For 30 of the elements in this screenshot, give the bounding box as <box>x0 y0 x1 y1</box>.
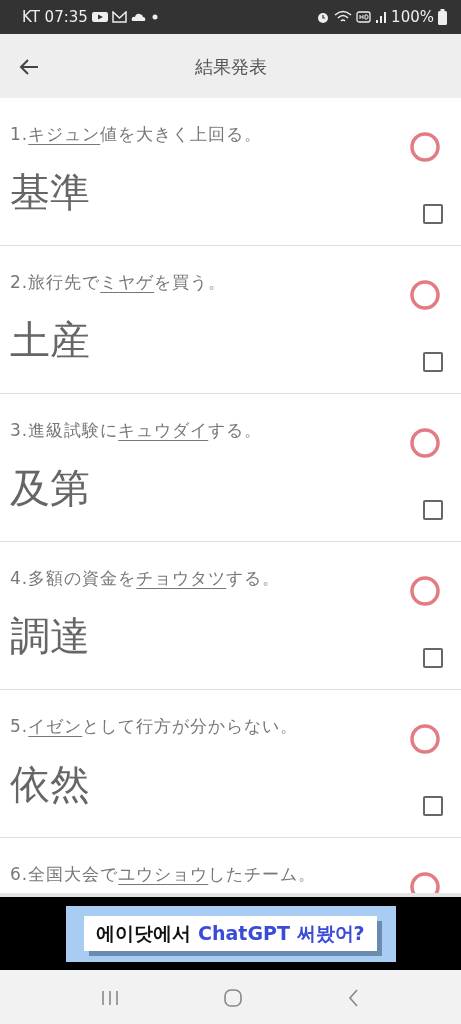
recent-apps-icon <box>99 988 120 1007</box>
question-text: 1.キジュン値を大きく上回る。 <box>10 123 263 146</box>
alarm-icon <box>316 10 331 24</box>
video-icon <box>91 11 108 23</box>
mail-icon <box>111 11 127 23</box>
cloud-icon <box>130 12 146 22</box>
hd-icon <box>356 11 372 23</box>
status-time: KT 07:35 <box>22 6 88 28</box>
checkbox[interactable] <box>423 352 443 372</box>
checkbox[interactable] <box>423 204 443 224</box>
question-text: 5.イゼン として行方が分からない。 <box>10 715 299 738</box>
question-text: 4.多額の資金を チョウタツする。 <box>10 567 281 590</box>
battery-text: 100% <box>391 6 434 28</box>
answer-text: 基準 <box>10 167 90 216</box>
ad-banner[interactable]: 에이닷에서 ChatGPT 써봤어? <box>65 905 396 962</box>
question-text: 3.進級試験にキュウダイする。 <box>10 419 263 442</box>
checkbox[interactable] <box>423 500 443 520</box>
answer-text: 及第 <box>10 463 90 512</box>
signal-icon <box>375 10 388 24</box>
checkbox[interactable] <box>423 648 443 668</box>
answer-text: 調達 <box>10 611 90 660</box>
answer-text: 依然 <box>10 759 90 808</box>
question-text: 2.旅行先で ミヤゲを買う。 <box>10 271 227 294</box>
battery-icon <box>438 9 447 25</box>
checkbox[interactable] <box>423 796 443 816</box>
question-text: 6.全国大会でユウショウ したチーム。 <box>10 863 317 886</box>
wifi-icon <box>334 10 353 24</box>
home-icon <box>222 987 243 1008</box>
answer-text: 土産 <box>10 315 90 364</box>
page-title: 結果発表 <box>194 54 267 79</box>
